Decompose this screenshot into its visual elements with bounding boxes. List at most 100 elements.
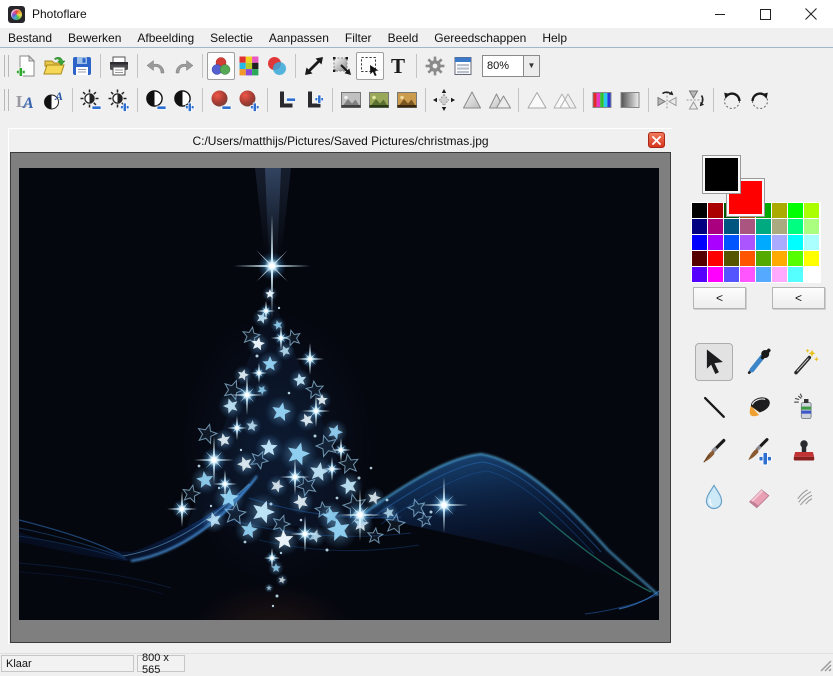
open-file-button[interactable] (40, 52, 68, 80)
menu-filter[interactable]: Filter (337, 29, 380, 47)
gradient-filter-button[interactable] (616, 86, 644, 114)
print-button[interactable] (105, 52, 133, 80)
palette-color[interactable] (788, 251, 803, 266)
contrast-plus-button[interactable] (170, 86, 198, 114)
toolbar-handle[interactable] (4, 89, 9, 111)
menu-gereedschappen[interactable]: Gereedschappen (426, 29, 534, 47)
saturation-minus-button[interactable] (207, 86, 235, 114)
menu-selectie[interactable]: Selectie (202, 29, 261, 47)
transparency-button[interactable] (263, 52, 291, 80)
tool-paint-bucket[interactable] (740, 388, 778, 426)
palette-color[interactable] (788, 235, 803, 250)
palette-color[interactable] (740, 219, 755, 234)
resize-button[interactable] (300, 52, 328, 80)
palette-color[interactable] (740, 235, 755, 250)
sharpen-filter-button[interactable] (486, 86, 514, 114)
palette-color[interactable] (788, 219, 803, 234)
scale-button[interactable] (328, 52, 356, 80)
auto-contrast-button[interactable]: A (40, 86, 68, 114)
grayscale-filter-button[interactable] (337, 86, 365, 114)
smooth-filter-button[interactable] (458, 86, 486, 114)
palette-color[interactable] (772, 203, 787, 218)
palette-color[interactable] (772, 219, 787, 234)
palette-color[interactable] (708, 235, 723, 250)
toolbar-handle[interactable] (4, 55, 9, 77)
palette-color[interactable] (772, 267, 787, 282)
palette-color[interactable] (724, 267, 739, 282)
save-button[interactable] (68, 52, 96, 80)
palette-color[interactable] (708, 203, 723, 218)
brightness-minus-button[interactable] (77, 86, 105, 114)
rotate-right-button[interactable] (746, 86, 774, 114)
close-button[interactable] (788, 0, 833, 28)
menu-beeld[interactable]: Beeld (380, 29, 427, 47)
palette-color[interactable] (788, 203, 803, 218)
hue-filter-button[interactable] (588, 86, 616, 114)
rectangle-select-button[interactable] (356, 52, 384, 80)
resize-grip[interactable] (819, 659, 832, 672)
natural-filter-button[interactable] (365, 86, 393, 114)
palette-color[interactable] (708, 251, 723, 266)
edge-detect-button[interactable] (523, 86, 551, 114)
gamma-plus-button[interactable] (300, 86, 328, 114)
palette-color[interactable] (724, 219, 739, 234)
palette-color[interactable] (804, 219, 819, 234)
flip-vertical-button[interactable] (681, 86, 709, 114)
sepia-filter-button[interactable] (393, 86, 421, 114)
palette-color[interactable] (772, 235, 787, 250)
color-mosaic-button[interactable] (235, 52, 263, 80)
redo-button[interactable] (170, 52, 198, 80)
palette-color[interactable] (756, 219, 771, 234)
palette-color[interactable] (788, 267, 803, 282)
text-button[interactable]: T (384, 52, 412, 80)
saturation-plus-button[interactable] (235, 86, 263, 114)
palette-color[interactable] (692, 203, 707, 218)
image-colors-button[interactable] (207, 52, 235, 80)
palette-color[interactable] (756, 267, 771, 282)
zoom-dropdown-icon[interactable]: ▼ (523, 56, 539, 76)
tool-paintbrush[interactable] (695, 433, 733, 471)
menu-afbeelding[interactable]: Afbeelding (129, 29, 202, 47)
tool-eraser[interactable] (740, 478, 778, 516)
zoom-combo[interactable]: 80% ▼ (482, 55, 540, 77)
tool-blur[interactable] (695, 478, 733, 516)
auto-levels-button[interactable]: L A (12, 86, 40, 114)
palette-color[interactable] (708, 219, 723, 234)
palette-color[interactable] (692, 267, 707, 282)
palette-color[interactable] (724, 235, 739, 250)
foreground-color-swatch[interactable] (703, 156, 740, 193)
palette-color[interactable] (740, 251, 755, 266)
tool-line[interactable] (695, 388, 733, 426)
palette-color[interactable] (756, 235, 771, 250)
new-document-button[interactable] (12, 52, 40, 80)
palette-prev-button[interactable]: < (693, 287, 746, 309)
menu-bewerken[interactable]: Bewerken (60, 29, 129, 47)
blur-filter-button[interactable] (430, 86, 458, 114)
palette-prev-button-2[interactable]: < (772, 287, 825, 309)
palette-color[interactable] (756, 251, 771, 266)
minimize-button[interactable] (698, 0, 743, 28)
tool-spray-can[interactable] (785, 388, 823, 426)
palette-color[interactable] (804, 235, 819, 250)
tool-pointer[interactable] (695, 343, 733, 381)
menu-aanpassen[interactable]: Aanpassen (261, 29, 337, 47)
tool-paintbrush-advanced[interactable] (740, 433, 778, 471)
menu-bestand[interactable]: Bestand (0, 29, 60, 47)
tool-color-picker[interactable] (740, 343, 778, 381)
contrast-minus-button[interactable] (142, 86, 170, 114)
palette-color[interactable] (692, 235, 707, 250)
emboss-button[interactable] (551, 86, 579, 114)
palette-color[interactable] (692, 219, 707, 234)
batch-list-button[interactable] (449, 52, 477, 80)
document-title-bar[interactable]: C:/Users/matthijs/Pictures/Saved Picture… (9, 129, 672, 152)
palette-color[interactable] (740, 267, 755, 282)
brightness-plus-button[interactable] (105, 86, 133, 114)
tool-smudge[interactable] (785, 478, 823, 516)
flip-horizontal-button[interactable] (653, 86, 681, 114)
palette-color[interactable] (708, 267, 723, 282)
palette-color[interactable] (724, 251, 739, 266)
menu-help[interactable]: Help (534, 29, 575, 47)
palette-color[interactable] (692, 251, 707, 266)
maximize-button[interactable] (743, 0, 788, 28)
rotate-left-button[interactable] (718, 86, 746, 114)
